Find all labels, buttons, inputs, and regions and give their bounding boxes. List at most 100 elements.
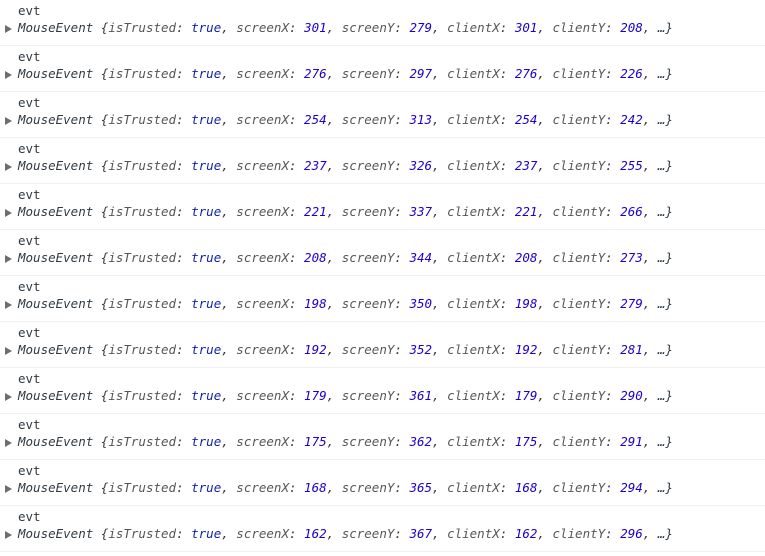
- console-message: evt MouseEvent {isTrusted: true, screenX:…: [0, 92, 765, 138]
- property-separator: ,: [537, 526, 553, 541]
- property-separator: ,: [326, 526, 342, 541]
- property-key-istrusted: isTrusted: [108, 388, 177, 403]
- property-key-istrusted: isTrusted: [108, 20, 177, 35]
- object-class-name: MouseEvent: [18, 66, 94, 81]
- property-value-screenx: 208: [304, 250, 327, 265]
- preview-open-brace: {: [93, 342, 109, 357]
- expand-triangle-icon[interactable]: [5, 163, 12, 171]
- property-key-screeny: screenY: [341, 434, 395, 449]
- property-colon: :: [499, 250, 515, 265]
- console-message-label: evt: [18, 371, 41, 386]
- property-colon: :: [605, 204, 621, 219]
- property-key-clientx: clientX: [447, 20, 500, 35]
- property-separator: ,: [642, 388, 658, 403]
- property-value-screenx: 168: [304, 480, 327, 495]
- property-value-clienty: 208: [620, 20, 643, 35]
- property-key-clienty: clientY: [552, 480, 606, 495]
- expand-triangle-icon[interactable]: [5, 531, 12, 539]
- property-value-clienty: 273: [620, 250, 643, 265]
- property-value-clientx: 208: [514, 250, 538, 265]
- property-colon: :: [394, 158, 410, 173]
- object-class-name: MouseEvent: [18, 526, 94, 541]
- property-colon: :: [288, 66, 305, 81]
- property-colon: :: [288, 526, 305, 541]
- object-preview[interactable]: MouseEvent {isTrusted: true, screenX: 19…: [5, 295, 673, 312]
- console-message: evt MouseEvent {isTrusted: true, screenX:…: [0, 138, 765, 184]
- expand-triangle-icon[interactable]: [5, 393, 12, 401]
- preview-open-brace: {: [93, 112, 109, 127]
- expand-triangle-icon[interactable]: [5, 347, 12, 355]
- property-value-clientx: 254: [514, 112, 538, 127]
- property-key-clienty: clientY: [552, 20, 606, 35]
- property-key-clienty: clientY: [552, 250, 606, 265]
- property-colon: :: [394, 388, 410, 403]
- property-key-screeny: screenY: [341, 296, 395, 311]
- object-preview[interactable]: MouseEvent {isTrusted: true, screenX: 19…: [5, 341, 673, 358]
- property-key-clienty: clientY: [552, 112, 606, 127]
- property-key-istrusted: isTrusted: [108, 112, 177, 127]
- property-colon: :: [605, 158, 621, 173]
- property-key-screeny: screenY: [341, 250, 395, 265]
- expand-triangle-icon[interactable]: [5, 71, 12, 79]
- property-separator: ,: [432, 158, 448, 173]
- property-value-screeny: 352: [409, 342, 433, 357]
- property-key-clientx: clientX: [447, 342, 500, 357]
- preview-close-brace: }: [665, 342, 673, 357]
- property-value-clientx: 168: [514, 480, 538, 495]
- console-message-label: evt: [18, 49, 41, 64]
- property-key-screenx: screenX: [236, 158, 289, 173]
- property-value-clientx: 237: [514, 158, 538, 173]
- preview-close-brace: }: [665, 434, 673, 449]
- expand-triangle-icon[interactable]: [5, 439, 12, 447]
- property-colon: :: [176, 66, 192, 81]
- property-colon: :: [499, 204, 515, 219]
- property-value-clienty: 266: [620, 204, 643, 219]
- property-key-clienty: clientY: [552, 434, 606, 449]
- property-separator: ,: [326, 204, 342, 219]
- property-value-screenx: 276: [304, 66, 327, 81]
- property-colon: :: [176, 296, 192, 311]
- preview-close-brace: }: [665, 158, 673, 173]
- property-colon: :: [394, 66, 410, 81]
- object-preview[interactable]: MouseEvent {isTrusted: true, screenX: 17…: [5, 433, 673, 450]
- object-preview[interactable]: MouseEvent {isTrusted: true, screenX: 17…: [5, 387, 673, 404]
- property-value-screeny: 365: [409, 480, 433, 495]
- expand-triangle-icon[interactable]: [5, 255, 12, 263]
- property-value-clientx: 192: [514, 342, 538, 357]
- object-preview[interactable]: MouseEvent {isTrusted: true, screenX: 16…: [5, 525, 673, 542]
- property-key-istrusted: isTrusted: [108, 526, 177, 541]
- object-preview[interactable]: MouseEvent {isTrusted: true, screenX: 23…: [5, 157, 673, 174]
- property-value-istrusted: true: [191, 342, 222, 357]
- property-key-clientx: clientX: [447, 112, 500, 127]
- property-key-screenx: screenX: [236, 250, 289, 265]
- property-colon: :: [288, 250, 305, 265]
- expand-triangle-icon[interactable]: [5, 117, 12, 125]
- object-class-name: MouseEvent: [18, 158, 94, 173]
- property-key-screeny: screenY: [341, 112, 395, 127]
- property-colon: :: [605, 388, 621, 403]
- property-colon: :: [499, 20, 515, 35]
- console-message-label: evt: [18, 463, 41, 478]
- expand-triangle-icon[interactable]: [5, 209, 12, 217]
- console-message: evt MouseEvent {isTrusted: true, screenX:…: [0, 46, 765, 92]
- property-colon: :: [499, 342, 515, 357]
- object-preview[interactable]: MouseEvent {isTrusted: true, screenX: 20…: [5, 249, 673, 266]
- property-separator: ,: [326, 66, 342, 81]
- object-preview[interactable]: MouseEvent {isTrusted: true, screenX: 25…: [5, 111, 673, 128]
- expand-triangle-icon[interactable]: [5, 485, 12, 493]
- property-value-clienty: 290: [620, 388, 643, 403]
- property-key-clienty: clientY: [552, 342, 606, 357]
- object-preview[interactable]: MouseEvent {isTrusted: true, screenX: 30…: [5, 19, 673, 36]
- property-colon: :: [176, 388, 192, 403]
- expand-triangle-icon[interactable]: [5, 301, 12, 309]
- property-separator: ,: [432, 526, 448, 541]
- console-message-label: evt: [18, 187, 41, 202]
- object-preview[interactable]: MouseEvent {isTrusted: true, screenX: 16…: [5, 479, 673, 496]
- object-preview[interactable]: MouseEvent {isTrusted: true, screenX: 22…: [5, 203, 673, 220]
- property-separator: ,: [432, 296, 448, 311]
- expand-triangle-icon[interactable]: [5, 25, 12, 33]
- property-colon: :: [394, 526, 410, 541]
- object-preview[interactable]: MouseEvent {isTrusted: true, screenX: 27…: [5, 65, 673, 82]
- property-value-clientx: 301: [514, 20, 538, 35]
- property-colon: :: [605, 526, 621, 541]
